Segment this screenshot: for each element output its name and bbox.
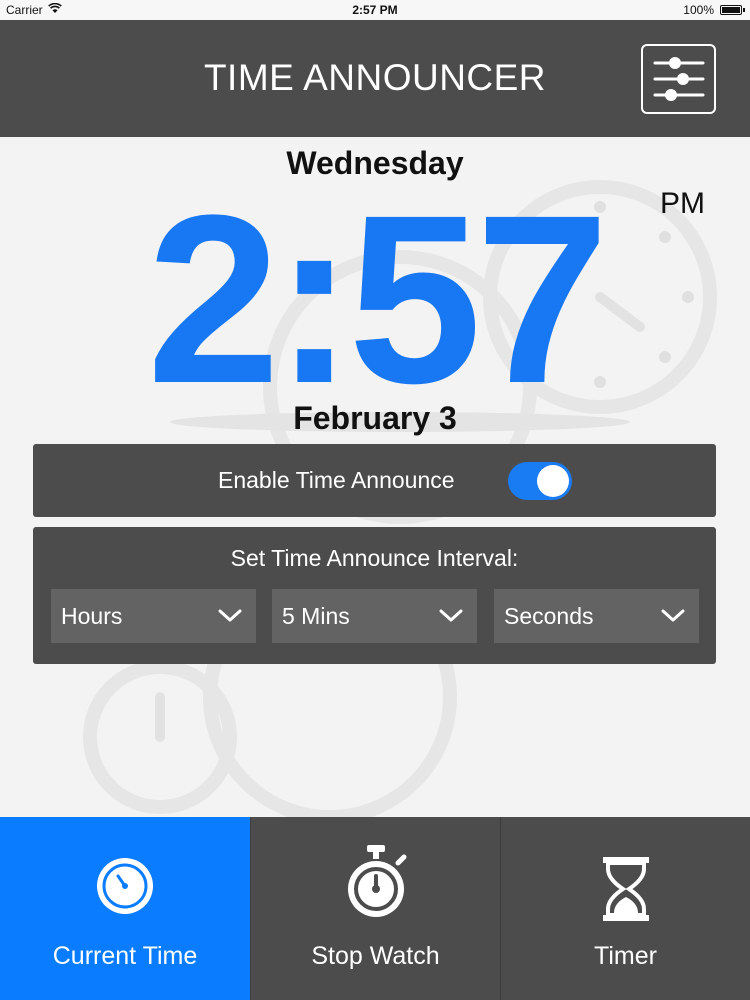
interval-panel: Set Time Announce Interval: Hours 5 Mins… bbox=[33, 527, 716, 664]
hours-value: Hours bbox=[61, 603, 123, 629]
seconds-dropdown[interactable]: Seconds bbox=[494, 589, 699, 643]
enable-announce-label: Enable Time Announce bbox=[218, 467, 455, 493]
toggle-knob bbox=[537, 465, 569, 497]
hours-dropdown[interactable]: Hours bbox=[51, 589, 256, 643]
tab-label: Timer bbox=[594, 942, 657, 970]
announce-toggle-panel: Enable Time Announce bbox=[33, 444, 716, 517]
seconds-value: Seconds bbox=[504, 603, 594, 629]
battery-percent: 100% bbox=[683, 3, 714, 17]
chevron-down-icon bbox=[661, 609, 685, 622]
date-label: February 3 bbox=[293, 400, 457, 436]
chevron-down-icon bbox=[218, 609, 242, 622]
clock-icon bbox=[97, 858, 153, 914]
current-time-display: 2:57 bbox=[146, 165, 609, 433]
sliders-icon bbox=[653, 57, 705, 101]
tab-label: Current Time bbox=[52, 942, 198, 970]
minutes-dropdown[interactable]: 5 Mins bbox=[272, 589, 477, 643]
status-time: 2:57 PM bbox=[352, 3, 398, 17]
minutes-value: 5 Mins bbox=[282, 603, 350, 629]
interval-label: Set Time Announce Interval: bbox=[230, 545, 519, 571]
tab-current-time[interactable]: Current Time bbox=[0, 817, 250, 1000]
status-bar: Carrier 2:57 PM 100% bbox=[0, 0, 750, 20]
app-header: TIME ANNOUNCER bbox=[0, 20, 750, 137]
main-content: Wednesday PM 2:57 February 3 Enable Time… bbox=[0, 137, 750, 817]
tab-bar: Current Time Stop Watch Timer bbox=[0, 817, 750, 1000]
hourglass-icon bbox=[602, 857, 649, 921]
tab-timer[interactable]: Timer bbox=[500, 817, 750, 1000]
stopwatch-icon bbox=[347, 845, 406, 917]
settings-button[interactable] bbox=[641, 44, 716, 114]
tab-stop-watch[interactable]: Stop Watch bbox=[250, 817, 500, 1000]
enable-announce-toggle[interactable] bbox=[508, 462, 572, 500]
app-title: TIME ANNOUNCER bbox=[203, 57, 547, 98]
chevron-down-icon bbox=[439, 609, 463, 622]
battery-icon bbox=[720, 5, 745, 15]
tab-label: Stop Watch bbox=[311, 942, 440, 970]
